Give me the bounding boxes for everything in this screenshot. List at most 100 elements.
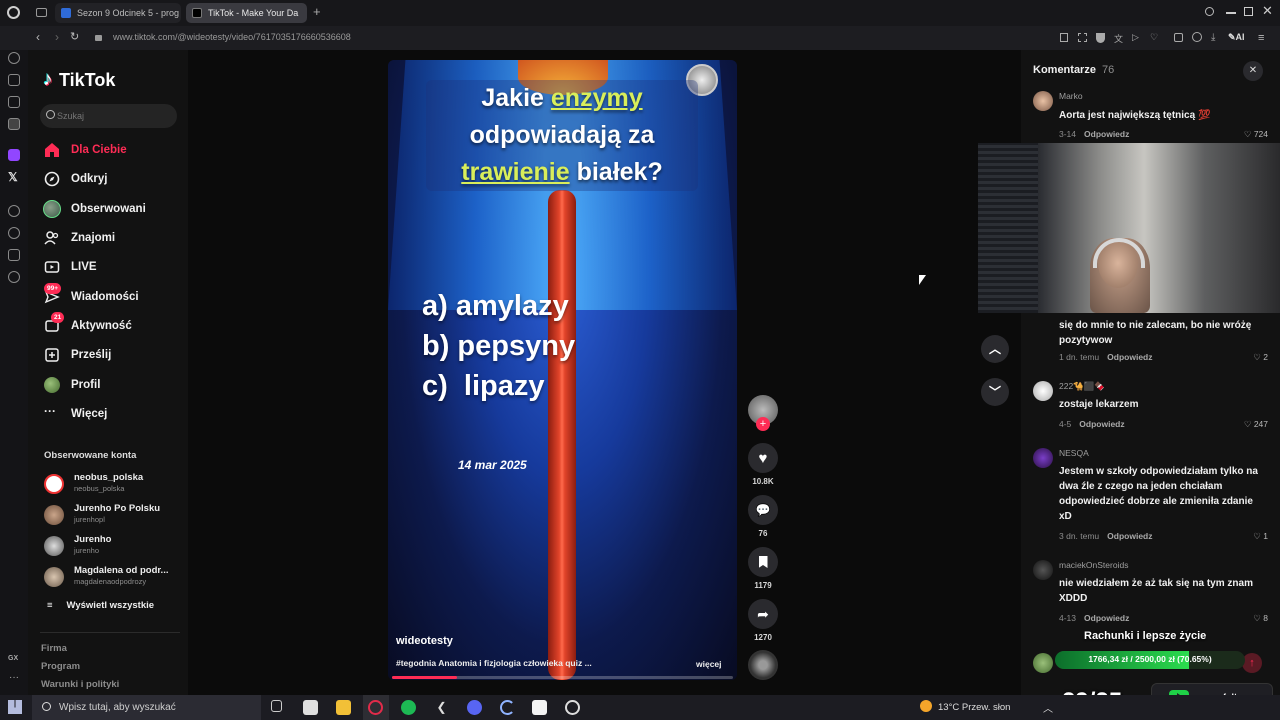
- extensions-icon[interactable]: [1174, 33, 1183, 42]
- comment-user[interactable]: maciekOnSteroids: [1059, 560, 1128, 570]
- video-progress-track[interactable]: [392, 676, 733, 679]
- minimize-button[interactable]: [1226, 12, 1236, 14]
- footer-link-program[interactable]: Program: [41, 661, 80, 672]
- nav-odkryj[interactable]: Odkryj: [42, 168, 182, 190]
- obs-icon[interactable]: [565, 700, 580, 715]
- comment-user[interactable]: 222🐪⬛🍫: [1059, 381, 1105, 392]
- comment-likes[interactable]: ♡ 247: [1244, 419, 1268, 430]
- capture-icon[interactable]: [1078, 33, 1087, 42]
- followed-account[interactable]: neobus_polska neobus_polska: [44, 470, 194, 498]
- shield-icon[interactable]: [1096, 33, 1105, 43]
- like-button[interactable]: ♥ 10.8K: [748, 443, 778, 486]
- followed-account[interactable]: Jurenho Po Polsku jurenhopl: [44, 501, 194, 529]
- nav-wiadomosci[interactable]: 99+ Wiadomości: [42, 283, 182, 308]
- author-avatar-button[interactable]: +: [748, 395, 778, 431]
- followed-account[interactable]: Magdalena od podr... magdalenaodpodrozy: [44, 563, 194, 591]
- snapshot-icon[interactable]: [1060, 33, 1068, 42]
- avatar[interactable]: [1033, 381, 1053, 401]
- file-explorer-icon[interactable]: [336, 700, 351, 715]
- reply-button[interactable]: Odpowiedz: [1107, 352, 1152, 362]
- tab-tiktok[interactable]: TikTok - Make Your Da: [186, 3, 307, 23]
- previous-video-button[interactable]: ︿: [981, 335, 1009, 363]
- reload-button[interactable]: ↻: [70, 30, 79, 43]
- reply-button[interactable]: Odpowiedz: [1084, 129, 1129, 139]
- search-input[interactable]: [57, 107, 167, 125]
- video-author[interactable]: wideotesty: [396, 635, 453, 647]
- tab-sezon[interactable]: Sezon 9 Odcinek 5 - prog: [55, 3, 181, 23]
- back-button[interactable]: ‹: [36, 30, 40, 44]
- avatar[interactable]: [1033, 448, 1053, 468]
- comment-likes[interactable]: ♡ 2: [1253, 352, 1268, 363]
- nav-profil[interactable]: Profil: [42, 374, 182, 396]
- sidebar-m-icon[interactable]: [8, 118, 20, 130]
- gx-icon[interactable]: GX: [8, 655, 18, 662]
- x-twitter-icon[interactable]: 𝕏: [8, 170, 18, 184]
- url-field[interactable]: www.tiktok.com/@wideotesty/video/7617035…: [113, 32, 351, 42]
- forward-button[interactable]: ›: [55, 30, 59, 44]
- heart-icon[interactable]: ♡: [1150, 32, 1158, 43]
- reply-button[interactable]: Odpowiedz: [1084, 613, 1129, 623]
- profile-icon[interactable]: [1192, 32, 1202, 42]
- store-icon[interactable]: [303, 700, 318, 715]
- history-icon[interactable]: [8, 227, 20, 239]
- footer-link-terms[interactable]: Warunki i polityki: [41, 679, 119, 690]
- comment-user[interactable]: NESQA: [1059, 448, 1089, 458]
- show-all-followed[interactable]: ≡ Wyświetl wszystkie: [47, 600, 154, 611]
- nav-dla-ciebie[interactable]: Dla Ciebie: [42, 139, 182, 161]
- save-button[interactable]: 1179: [748, 547, 778, 590]
- opera-logo-icon[interactable]: [7, 6, 20, 19]
- settings-gear-icon[interactable]: [8, 271, 20, 283]
- nav-znajomi[interactable]: Znajomi: [42, 227, 182, 249]
- taskbar-search[interactable]: Wpisz tutaj, aby wyszukać: [32, 695, 261, 720]
- windows-start-icon[interactable]: [8, 700, 22, 714]
- tray-chevron-icon[interactable]: ︿: [1043, 700, 1053, 715]
- comment-user[interactable]: Marko: [1059, 91, 1083, 101]
- player-icon[interactable]: [8, 205, 20, 217]
- close-comments-button[interactable]: ✕: [1243, 61, 1263, 81]
- comment-button[interactable]: 💬 76: [748, 495, 778, 538]
- new-tab-button[interactable]: +: [313, 4, 321, 19]
- nav-live[interactable]: LIVE: [42, 256, 182, 278]
- play-icon[interactable]: ▷: [1132, 32, 1139, 43]
- next-video-button[interactable]: ﹀: [981, 378, 1009, 406]
- follow-plus-button[interactable]: +: [756, 417, 770, 431]
- extensions-sidebar-icon[interactable]: [8, 249, 20, 261]
- close-window-button[interactable]: ✕: [1262, 3, 1273, 19]
- search-tabs-icon[interactable]: [1205, 7, 1214, 16]
- comment-likes[interactable]: ♡ 1: [1253, 531, 1268, 542]
- ccleaner-icon[interactable]: [500, 700, 515, 715]
- notion-icon[interactable]: [532, 700, 547, 715]
- translate-icon[interactable]: 文: [1114, 32, 1123, 45]
- maximize-button[interactable]: [1244, 7, 1253, 16]
- comment-likes[interactable]: ♡ 724: [1244, 129, 1268, 140]
- nav-wiecej[interactable]: ··· Więcej: [42, 403, 182, 425]
- music-disc-button[interactable]: [748, 650, 778, 680]
- sidebar-ai-icon[interactable]: [8, 74, 20, 86]
- tab-workspaces-icon[interactable]: [36, 8, 47, 17]
- video-more-button[interactable]: więcej: [696, 659, 722, 669]
- spotify-icon[interactable]: [401, 700, 416, 715]
- discord-icon[interactable]: [467, 700, 482, 715]
- weather-widget[interactable]: 13°C Przew. słon: [920, 700, 1010, 713]
- task-view-icon[interactable]: [271, 700, 282, 712]
- video-player[interactable]: Jakie enzymy odpowiadają za trawienie bi…: [388, 60, 737, 680]
- comment-likes[interactable]: ♡ 8: [1253, 613, 1268, 624]
- cursor-app-icon[interactable]: ❮: [434, 700, 449, 715]
- menu-icon[interactable]: ≡: [1258, 32, 1264, 44]
- reply-button[interactable]: Odpowiedz: [1079, 419, 1124, 429]
- sidebar-back-icon[interactable]: [8, 52, 20, 64]
- footer-link-firma[interactable]: Firma: [41, 643, 67, 654]
- reply-button[interactable]: Odpowiedz: [1107, 531, 1152, 541]
- nav-obserwowani[interactable]: Obserwowani: [42, 198, 182, 220]
- sidebar-pinboard-icon[interactable]: [8, 96, 20, 108]
- download-icon[interactable]: ⤓: [1211, 32, 1215, 43]
- nav-przeslij[interactable]: Prześlij: [42, 344, 182, 366]
- post-comment-button[interactable]: ↑: [1242, 653, 1262, 673]
- search-box[interactable]: [40, 104, 177, 128]
- share-button[interactable]: ➦ 1270: [748, 599, 778, 642]
- ai-button[interactable]: ✎AI: [1228, 32, 1245, 43]
- nav-aktywnosc[interactable]: 21 Aktywność: [42, 312, 182, 337]
- more-sidebar-icon[interactable]: ···: [9, 672, 19, 683]
- followed-account[interactable]: Jurenho jurenho: [44, 532, 194, 560]
- twitch-icon[interactable]: [8, 149, 20, 161]
